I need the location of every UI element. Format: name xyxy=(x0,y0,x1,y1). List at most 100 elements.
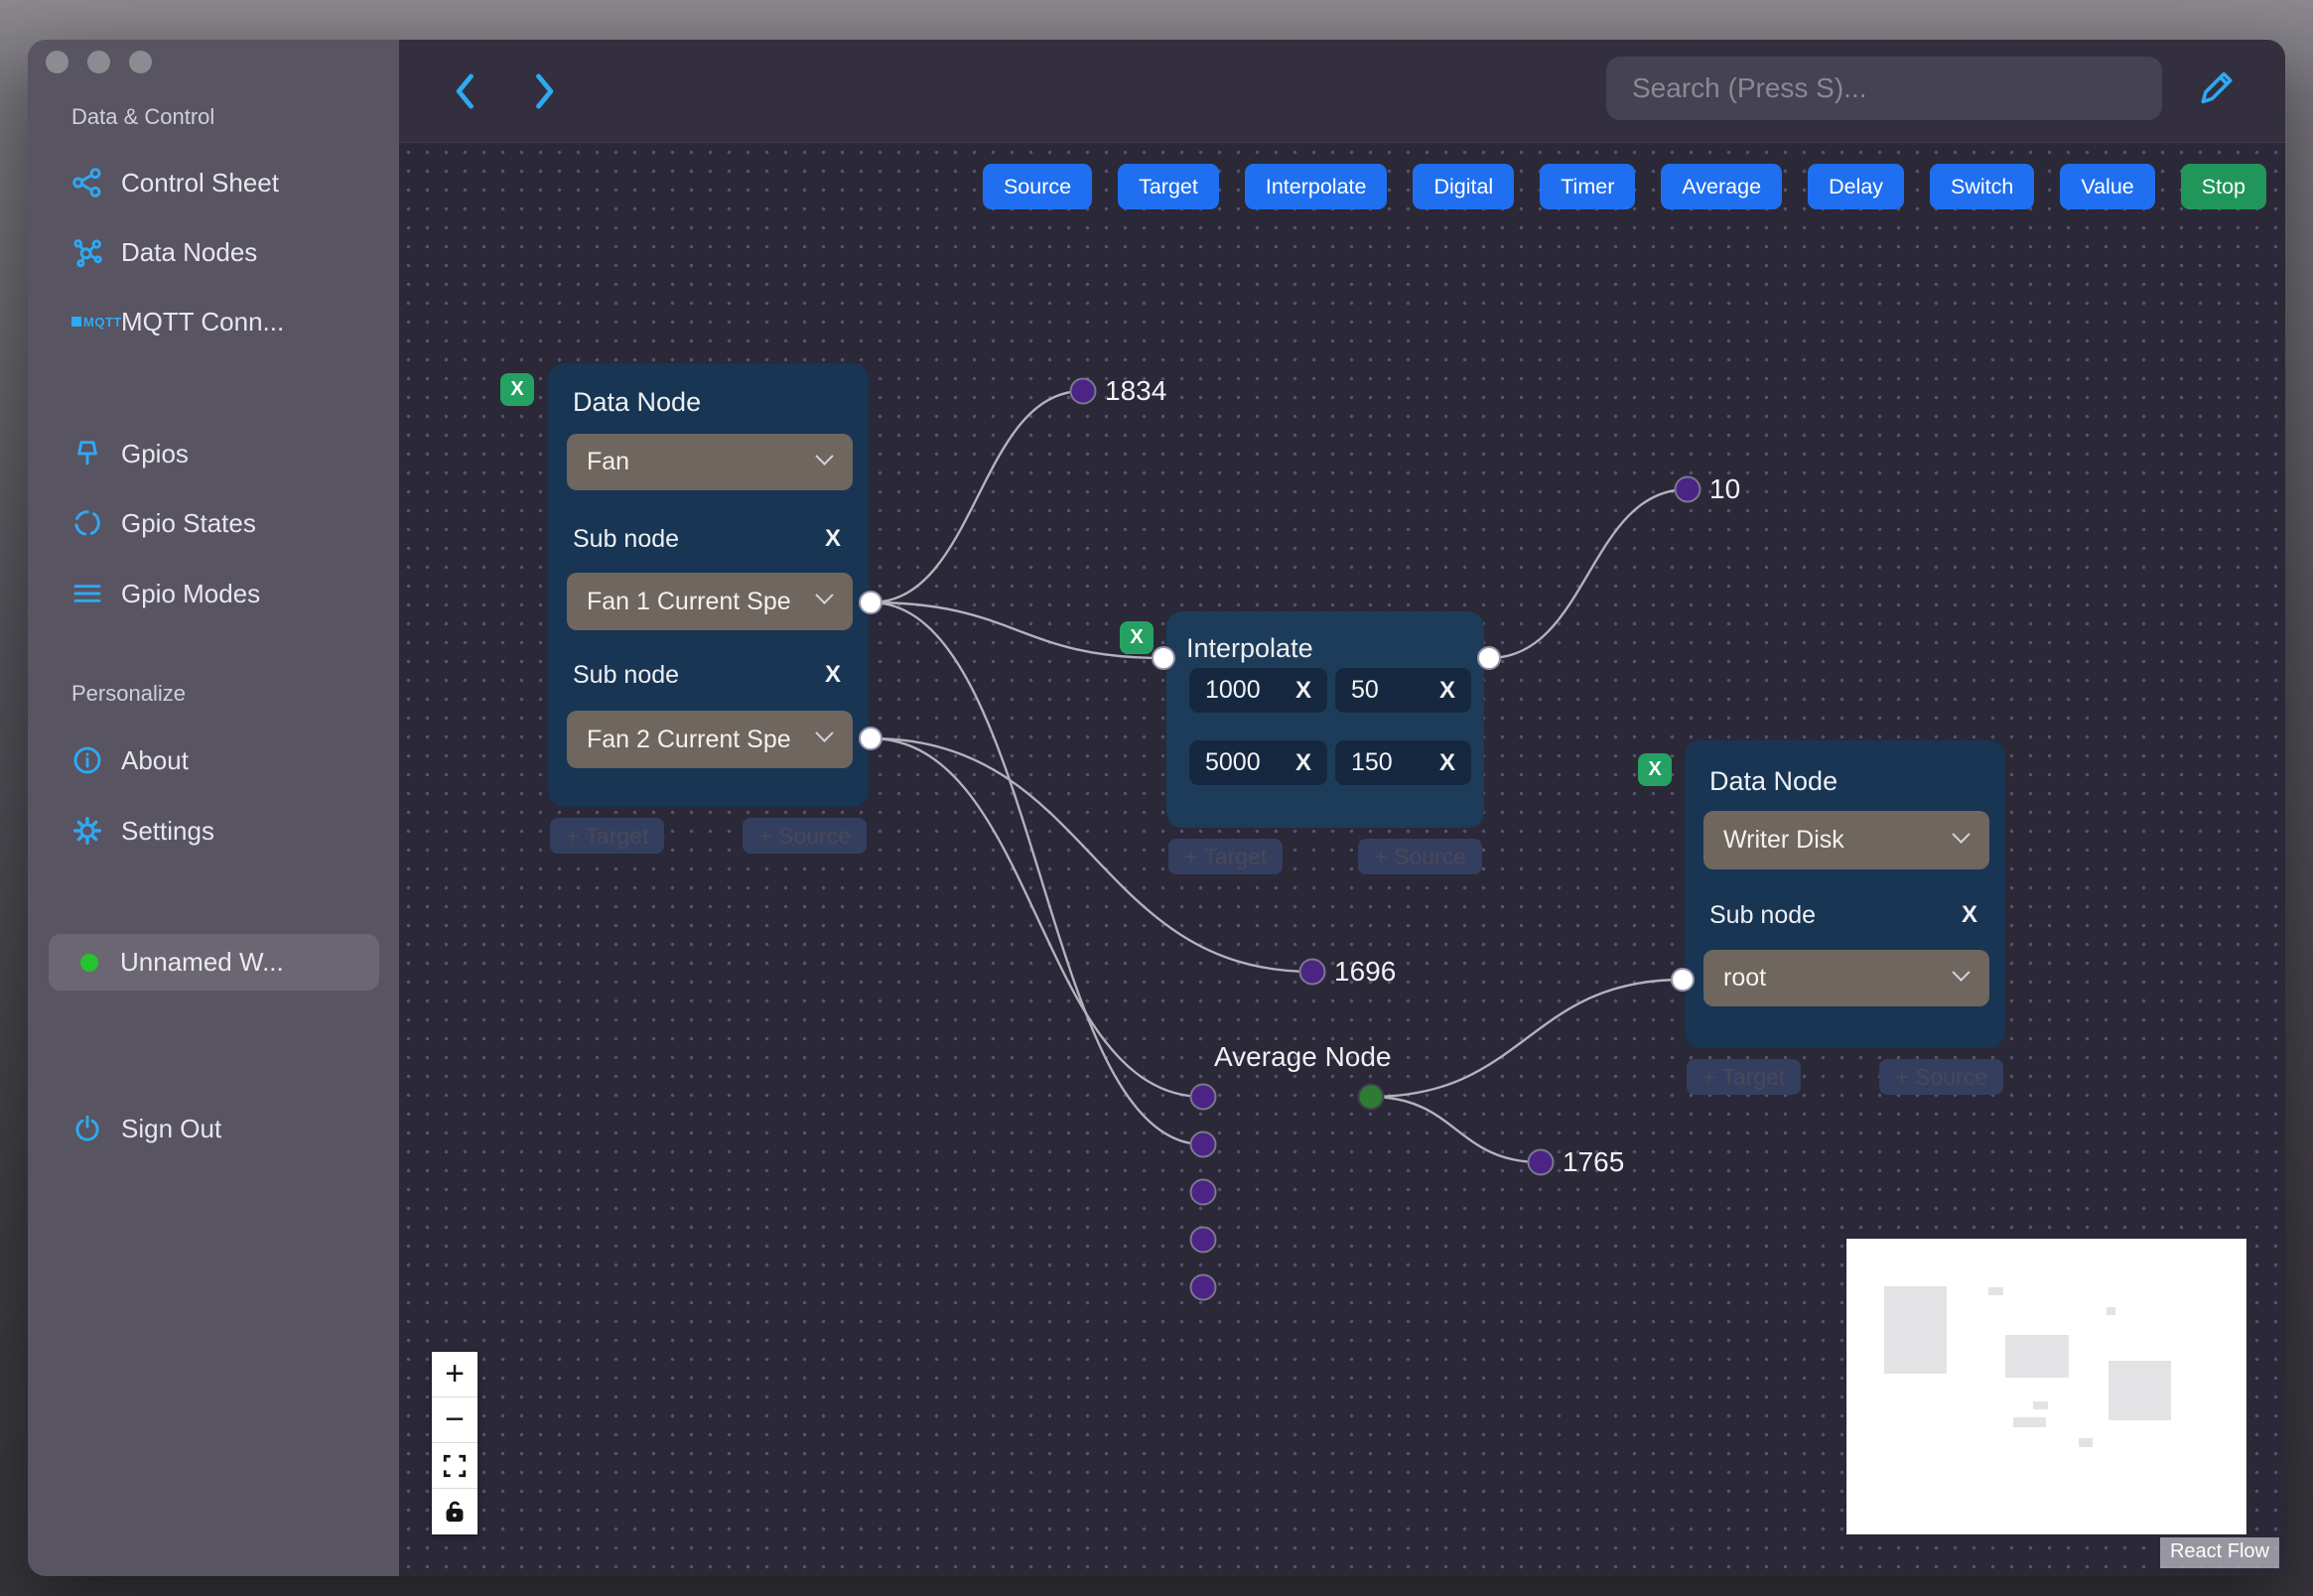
average-target-handle-1[interactable] xyxy=(1189,1083,1217,1111)
power-icon xyxy=(71,1113,121,1144)
chevron-down-icon xyxy=(815,586,834,604)
sidebar-item-gpio-states[interactable]: Gpio States xyxy=(28,494,399,552)
add-source-handle-button[interactable]: + Source xyxy=(743,818,867,854)
main-area: Source Target Interpolate Digital Timer … xyxy=(399,40,2285,1576)
node-writer-disk[interactable]: X Data Node Writer Disk Sub node X root xyxy=(1638,740,2005,1095)
fit-view-icon xyxy=(443,1454,467,1477)
clear-value-button[interactable]: X xyxy=(1439,677,1455,705)
add-interpolate-button[interactable]: Interpolate xyxy=(1244,164,1388,209)
source-handle-fan2[interactable] xyxy=(859,727,883,750)
average-source-handle[interactable] xyxy=(1357,1083,1385,1111)
lock-button[interactable] xyxy=(432,1489,477,1534)
zoom-in-button[interactable]: + xyxy=(432,1352,477,1397)
delete-node-button[interactable]: X xyxy=(500,373,534,406)
edge-value-label: 10 xyxy=(1709,473,1741,504)
interpolate-input-3[interactable]: 5000 X xyxy=(1189,740,1327,785)
add-source-button[interactable]: Source xyxy=(982,164,1093,209)
average-target-handle-3[interactable] xyxy=(1189,1178,1217,1206)
source-handle-fan1[interactable] xyxy=(859,591,883,614)
sidebar-item-settings[interactable]: Settings xyxy=(28,802,399,860)
sidebar-item-workspace-selected[interactable]: Unnamed W... xyxy=(49,934,379,991)
edge-average-writer xyxy=(1370,978,1684,1099)
node-title: Data Node xyxy=(573,387,702,417)
interpolate-input-1[interactable]: 1000 X xyxy=(1189,668,1327,713)
sidebar-item-gpios[interactable]: Gpios xyxy=(28,425,399,482)
sub-node-select-2[interactable]: Fan 2 Current Spe xyxy=(567,711,853,768)
target-handle-writer[interactable] xyxy=(1671,968,1695,992)
add-source-handle-button[interactable]: + Source xyxy=(1879,1059,2003,1095)
lock-icon xyxy=(446,1501,464,1523)
sub-node-select[interactable]: root xyxy=(1703,950,1989,1006)
value-handle-1834[interactable] xyxy=(1069,377,1097,405)
sidebar-item-mqtt[interactable]: MQTT MQTT Conn... xyxy=(28,293,399,350)
search-input[interactable] xyxy=(1606,57,2162,120)
sidebar-item-sign-out[interactable]: Sign Out xyxy=(28,1100,399,1157)
edge-interpolate-10 xyxy=(1488,487,1689,660)
remove-sub-node-button[interactable]: X xyxy=(825,525,841,554)
source-handle-interpolate[interactable] xyxy=(1477,646,1501,670)
delete-node-button[interactable]: X xyxy=(1638,753,1672,786)
forward-button[interactable] xyxy=(519,66,569,116)
sidebar-item-data-nodes[interactable]: Data Nodes xyxy=(28,223,399,281)
remove-sub-node-button[interactable]: X xyxy=(825,661,841,690)
add-average-button[interactable]: Average xyxy=(1661,164,1783,209)
node-interpolate[interactable]: X Interpolate 1000 X 50 X 5000 X 150 X +… xyxy=(1120,611,1501,874)
add-target-handle-button[interactable]: + Target xyxy=(1687,1059,1802,1095)
sidebar-section-data-control: Data & Control xyxy=(71,104,215,129)
fit-view-button[interactable] xyxy=(432,1443,477,1489)
average-target-handle-5[interactable] xyxy=(1189,1273,1217,1301)
top-bar xyxy=(399,40,2285,142)
data-nodes-icon xyxy=(71,236,121,268)
node-fan[interactable]: X Data Node Fan Sub node X Fan 1 Current… xyxy=(500,363,883,854)
interpolate-input-2[interactable]: 50 X xyxy=(1335,668,1471,713)
add-target-handle-button[interactable]: + Target xyxy=(1168,839,1284,874)
average-target-handle-4[interactable] xyxy=(1189,1226,1217,1254)
flow-canvas[interactable]: Source Target Interpolate Digital Timer … xyxy=(399,142,2285,1576)
react-flow-attribution[interactable]: React Flow xyxy=(2159,1537,2279,1568)
add-timer-button[interactable]: Timer xyxy=(1540,164,1636,209)
clear-value-button[interactable]: X xyxy=(1295,677,1311,705)
sidebar-item-label: Sign Out xyxy=(121,1113,222,1143)
node-type-select[interactable]: Fan xyxy=(567,434,853,490)
minimap-node xyxy=(1884,1286,1947,1374)
sidebar-item-label: Settings xyxy=(121,815,214,846)
clear-value-button[interactable]: X xyxy=(1439,749,1455,777)
sidebar-item-gpio-modes[interactable]: Gpio Modes xyxy=(28,565,399,622)
value-handle-1765[interactable] xyxy=(1527,1148,1555,1176)
add-delay-button[interactable]: Delay xyxy=(1808,164,1905,209)
back-button[interactable] xyxy=(441,66,490,116)
sidebar-item-about[interactable]: About xyxy=(28,732,399,789)
minimap[interactable] xyxy=(1846,1239,2246,1534)
workspace-status-dot xyxy=(80,953,98,972)
edit-button[interactable] xyxy=(2191,62,2243,113)
add-source-handle-button[interactable]: + Source xyxy=(1358,839,1482,874)
clear-value-button[interactable]: X xyxy=(1295,749,1311,777)
window-controls xyxy=(46,51,152,73)
maximize-window-icon[interactable] xyxy=(129,51,152,73)
add-digital-button[interactable]: Digital xyxy=(1413,164,1515,209)
node-type-select[interactable]: Writer Disk xyxy=(1703,811,1989,869)
target-handle-interpolate[interactable] xyxy=(1152,646,1175,670)
sidebar-item-label: Gpios xyxy=(121,438,189,468)
add-value-button[interactable]: Value xyxy=(2060,164,2155,209)
add-target-handle-button[interactable]: + Target xyxy=(550,818,665,854)
average-target-handle-2[interactable] xyxy=(1189,1130,1217,1158)
add-target-button[interactable]: Target xyxy=(1118,164,1219,209)
sub-node-select-1[interactable]: Fan 1 Current Spe xyxy=(567,573,853,630)
value-handle-10[interactable] xyxy=(1674,475,1701,503)
close-window-icon[interactable] xyxy=(46,51,68,73)
sidebar-item-control-sheet[interactable]: Control Sheet xyxy=(28,154,399,211)
interpolate-input-4[interactable]: 150 X xyxy=(1335,740,1471,785)
edge-fan1-average xyxy=(870,600,1204,1146)
remove-sub-node-button[interactable]: X xyxy=(1962,901,1977,930)
minimap-node xyxy=(2079,1438,2093,1447)
control-sheet-icon xyxy=(71,167,121,199)
value-handle-1696[interactable] xyxy=(1298,958,1326,986)
delete-node-button[interactable]: X xyxy=(1120,621,1154,654)
app-window: Data & Control Control Sheet Data Nodes … xyxy=(28,40,2285,1576)
minimize-window-icon[interactable] xyxy=(87,51,110,73)
chevron-down-icon xyxy=(1952,824,1971,844)
stop-button[interactable]: Stop xyxy=(2180,164,2266,209)
add-switch-button[interactable]: Switch xyxy=(1930,164,2035,209)
zoom-out-button[interactable]: − xyxy=(432,1397,477,1443)
